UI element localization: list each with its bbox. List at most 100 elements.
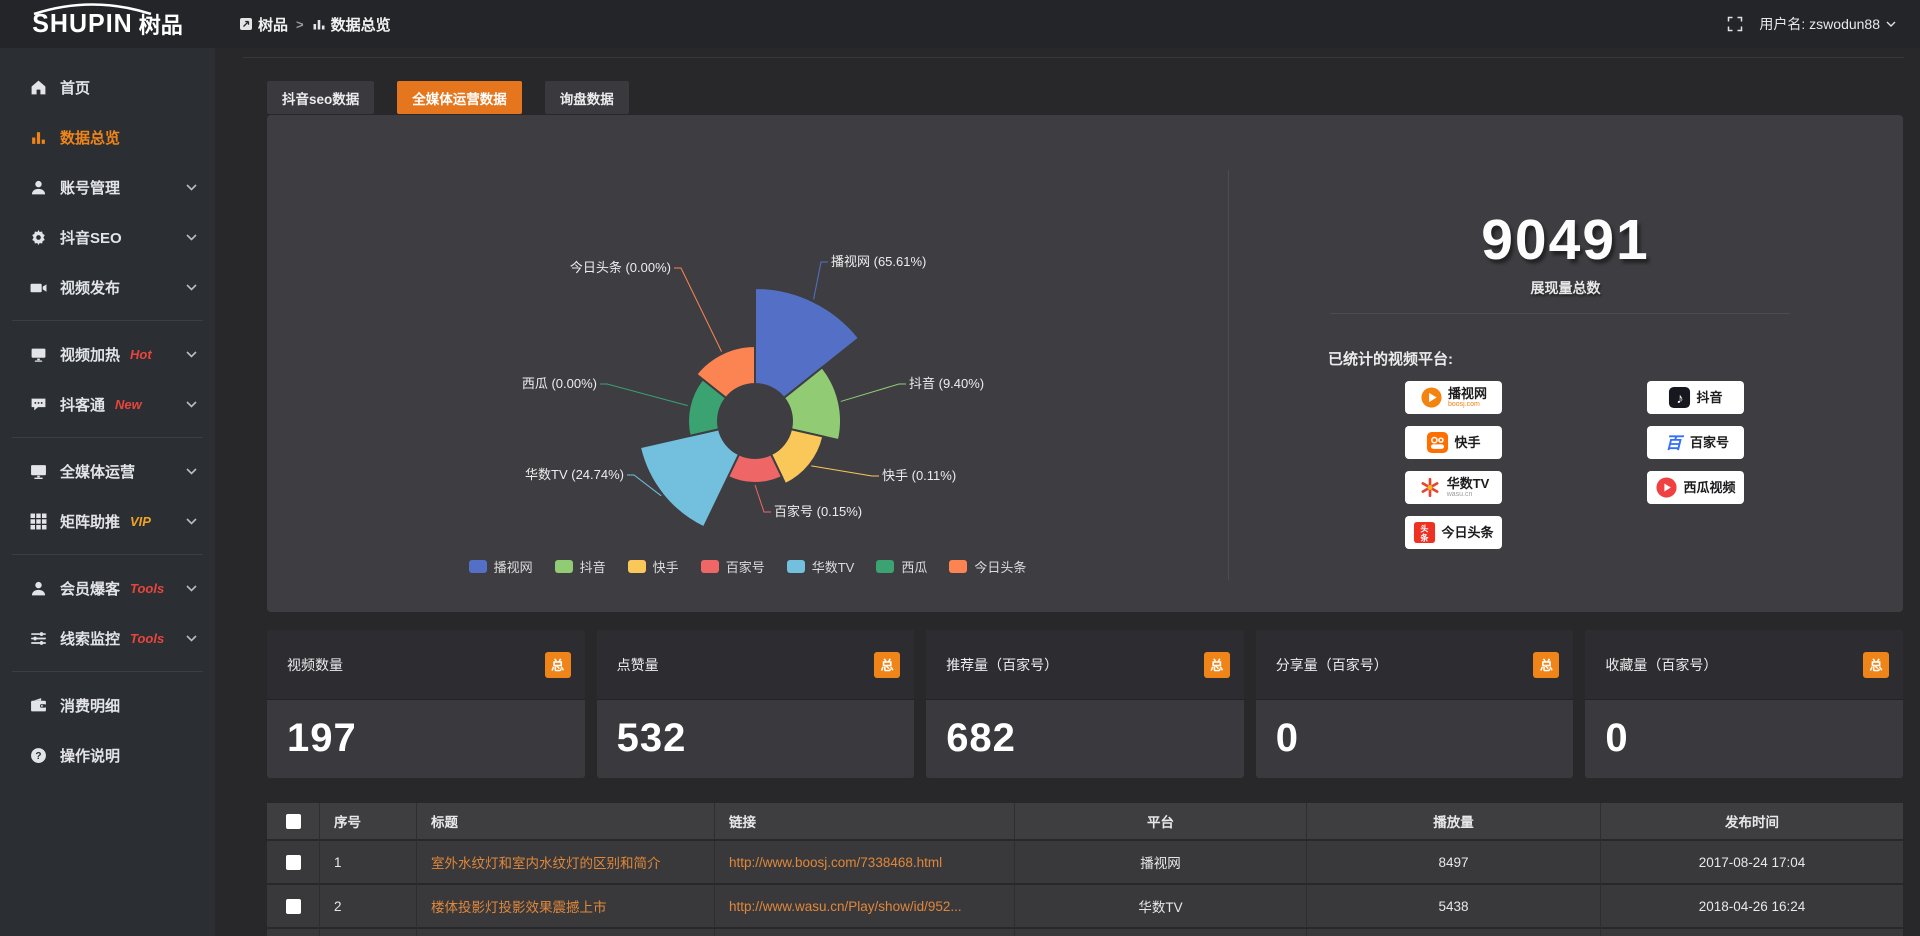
boosj-logo [1420,386,1443,409]
legend-item[interactable]: 华数TV [787,557,855,576]
fullscreen-icon[interactable] [1727,16,1743,32]
stat-card-header: 点赞量总 [597,630,915,700]
sidebar-divider [12,320,203,321]
publish-time-cell: 2017-08-24 17:04 [1601,841,1903,885]
total-badge: 总 [545,652,571,678]
sidebar-item-home[interactable]: 首页 [0,62,215,112]
pie-slice[interactable] [640,429,739,527]
legend-item[interactable]: 今日头条 [949,557,1026,576]
legend-item[interactable]: 抖音 [555,557,606,576]
chevron-down-icon [1886,21,1896,27]
logo-text-en: SHUPIN [32,9,132,39]
stat-card-label: 分享量（百家号） [1276,655,1388,675]
sidebar-item-sliders[interactable]: 线索监控 Tools [0,613,215,663]
user-menu[interactable]: 用户名: zswodun88 [1759,14,1896,34]
chevron-down-icon [186,284,197,291]
row-checkbox[interactable] [286,899,301,914]
breadcrumb-home[interactable]: 树品 [239,14,288,35]
member-icon [30,580,47,597]
sidebar-item-help[interactable]: ?操作说明 [0,730,215,780]
sidebar-item-badge: Tools [130,631,164,646]
video-title-link[interactable]: 室外水纹灯和室内水纹灯的区别和简介 [417,841,715,885]
sidebar-item-badge: New [115,397,142,412]
baijiahao-logo: 百 [1662,431,1685,454]
platform-pill: ♪抖音 [1647,381,1744,414]
sidebar-item-grid[interactable]: 矩阵助推VIP [0,496,215,546]
sidebar-item-wallet[interactable]: 消费明细 [0,680,215,730]
legend-item[interactable]: 播视网 [469,557,533,576]
toutiao-logo: 头条 [1413,521,1436,544]
table-header-cell: 序号 [320,803,417,841]
video-title-link[interactable]: 楼体投影灯投影效果震撼上市 [417,885,715,929]
platform-pill: 快手 [1405,426,1502,459]
table-header-cell: 标题 [417,803,715,841]
tab-1[interactable]: 抖音seo数据 [267,81,374,114]
grid-icon [30,513,47,530]
legend-label: 抖音 [580,557,606,576]
platform-cell: 播视网 [1015,841,1307,885]
sidebar-item-label: 账号管理 [60,177,120,198]
sidebar-item-label: 线索监控 [60,628,120,649]
horizontal-divider [1330,313,1790,314]
sidebar-item-label: 消费明细 [60,695,120,716]
sliders-icon [30,630,47,647]
legend-label: 华数TV [812,557,855,576]
platform-column-left: 播视网boosj.com快手华数TVwasu.cn头条今日头条 [1405,381,1502,549]
plays-cell: 5438 [1307,885,1601,929]
video-url-link[interactable]: http://www.wasu.cn/Play/show/id/952... [715,885,1015,929]
sidebar-item-monitor[interactable]: 全媒体运营 [0,446,215,496]
sidebar-item-bar-chart[interactable]: 数据总览 [0,112,215,162]
sidebar-item-video-publish[interactable]: 视频发布 [0,262,215,312]
platforms-label: 已统计的视频平台: [1328,348,1453,369]
legend-item[interactable]: 西瓜 [876,557,927,576]
select-all-checkbox[interactable] [286,814,301,829]
sidebar-item-chat[interactable]: 抖客通New [0,379,215,429]
stat-card-header: 推荐量（百家号）总 [926,630,1244,700]
pie-label-line [755,485,771,512]
platform-name: 播视网 [1448,387,1487,401]
legend-item[interactable]: 快手 [628,557,679,576]
sidebar-item-user[interactable]: 账号管理 [0,162,215,212]
row-checkbox[interactable] [286,855,301,870]
pie-slice-label: 今日头条 (0.00%) [570,260,671,275]
screen-icon [30,346,47,363]
row-checkbox-cell [267,841,320,885]
legend-swatch [701,560,719,573]
sidebar-item-member[interactable]: 会员爆客Tools [0,563,215,613]
user-icon [30,179,47,196]
douyin-logo: ♪ [1668,386,1691,409]
legend-label: 百家号 [726,557,765,576]
sidebar-item-label: 视频发布 [60,277,120,298]
table-header-checkbox-cell [267,803,320,841]
pie-slice-label: 西瓜 (0.00%) [522,376,597,391]
wasu-logo [1418,476,1442,499]
breadcrumb-current-label: 数据总览 [331,14,391,35]
chevron-down-icon [186,351,197,358]
video-url-link[interactable]: http://www.boosj.com/7338468.html [715,841,1015,885]
platform-pill: 华数TVwasu.cn [1405,471,1502,504]
sidebar-item-badge: Hot [130,347,152,362]
sidebar-item-screen[interactable]: 视频加热Hot [0,329,215,379]
pie-slice-label: 百家号 (0.15%) [774,504,862,519]
breadcrumb-home-label: 树品 [258,14,288,35]
svg-text:百: 百 [1665,435,1684,453]
video-publish-icon [30,279,47,296]
stat-card-header: 分享量（百家号） 总 [1256,630,1574,700]
total-badge: 总 [1533,652,1559,678]
legend-item[interactable]: 百家号 [701,557,765,576]
sidebar-item-badge: Tools [130,581,164,596]
chevron-down-icon [186,468,197,475]
gear-icon [30,229,47,246]
tab-2[interactable]: 全媒体运营数据 [397,81,522,114]
tab-3[interactable]: 询盘数据 [545,81,629,114]
pie-chart: 播视网 (65.61%)抖音 (9.40%)快手 (0.11%)百家号 (0.1… [267,115,1228,612]
chart-legend: 播视网 抖音 快手 百家号 华数TV 西瓜 今日头条 [267,557,1228,576]
breadcrumb-current[interactable]: 数据总览 [312,14,391,35]
chevron-down-icon [186,518,197,525]
platform-column-right: ♪抖音百百家号西瓜视频 [1647,381,1744,504]
svg-text:?: ? [35,751,41,762]
monitor-icon [30,463,47,480]
svg-text:♪: ♪ [1677,391,1684,407]
legend-swatch [555,560,573,573]
sidebar-item-gear[interactable]: 抖音SEO [0,212,215,262]
